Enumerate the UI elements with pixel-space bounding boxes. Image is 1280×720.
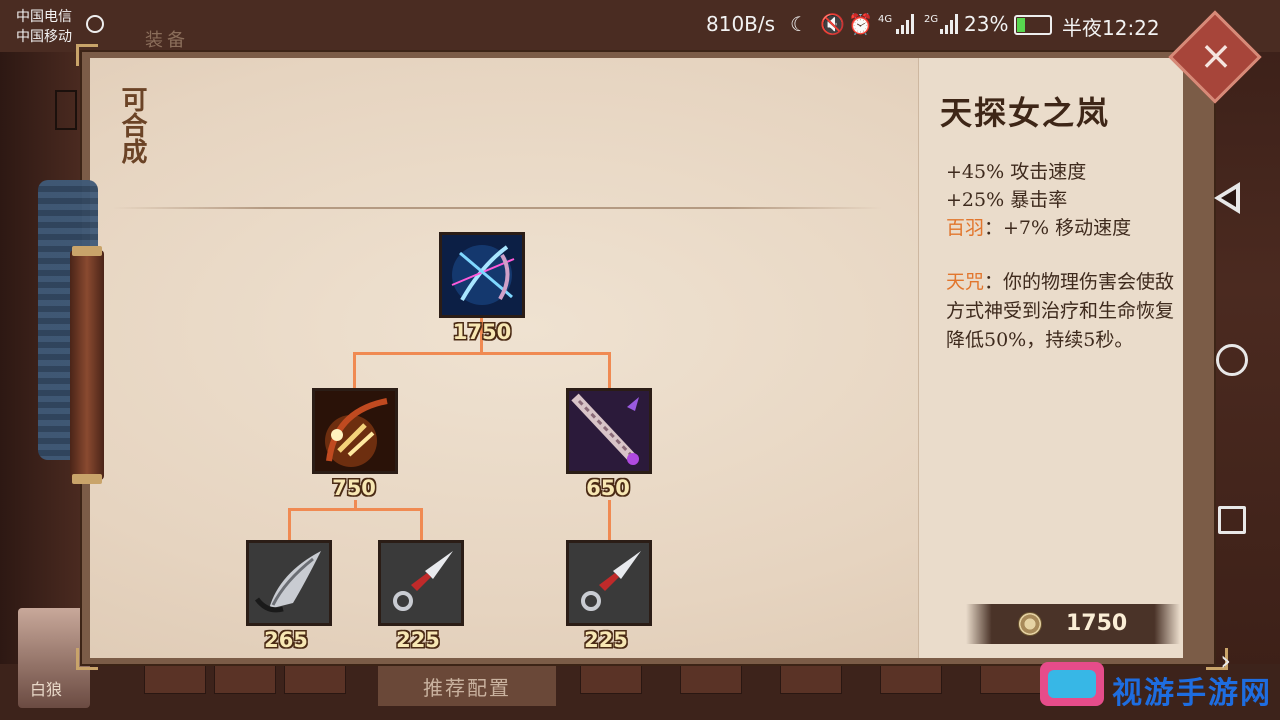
item-price: 650	[586, 476, 630, 500]
item-leaf[interactable]	[246, 540, 332, 626]
bottom-slot[interactable]	[680, 664, 742, 694]
bottom-slot[interactable]	[144, 664, 206, 694]
kunai-icon	[569, 543, 649, 623]
item-price: 225	[584, 628, 628, 652]
network-type: 2G	[924, 14, 939, 25]
signal-icon	[940, 14, 958, 34]
item-leaf[interactable]	[566, 540, 652, 626]
kunai-icon	[381, 543, 461, 623]
item-price: 225	[396, 628, 440, 652]
item-name: 天探女之岚	[940, 94, 1111, 132]
nav-back-icon-inner	[1221, 189, 1236, 207]
passive-description: 天咒：你的物理伤害会使敌方式神受到治疗和生命恢复降低50%，持续5秒。	[946, 268, 1178, 355]
item-price: 750	[332, 476, 376, 500]
item-mid-right[interactable]	[566, 388, 652, 474]
item-leaf[interactable]	[378, 540, 464, 626]
signal-icon	[896, 14, 914, 34]
avatar-name: 白狼	[30, 680, 63, 699]
purple-spine-dagger-icon	[569, 391, 649, 471]
recommend-config-label: 推荐配置	[423, 675, 511, 700]
stopwatch-icon	[86, 15, 104, 33]
net-speed: 810B/s	[706, 12, 776, 36]
nav-home-icon[interactable]	[1216, 344, 1248, 376]
bottom-slot[interactable]	[214, 664, 276, 694]
section-divider	[112, 207, 882, 209]
bottom-slot[interactable]	[284, 664, 346, 694]
tree-connector	[608, 500, 611, 540]
carrier-label: 中国移动	[16, 29, 72, 45]
bottom-slot[interactable]	[980, 664, 1042, 694]
golden-bow-icon	[315, 391, 395, 471]
scroll-cap	[72, 246, 102, 256]
battery-percent: 23%	[964, 12, 1009, 36]
mute-icon: 🔇	[820, 12, 845, 36]
battery-level	[1017, 18, 1025, 32]
coin-icon	[1018, 612, 1042, 636]
item-mid-left[interactable]	[312, 388, 398, 474]
item-price: 1750	[452, 320, 512, 344]
corner-ornament	[76, 648, 98, 670]
watermark-tv-screen	[1048, 670, 1096, 698]
bottom-slot[interactable]	[880, 664, 942, 694]
blue-bow-arrow-icon	[442, 235, 522, 315]
item-stats: +45% 攻击速度 +25% 暴击率 百羽：+7% 移动速度	[946, 158, 1131, 242]
tree-connector	[353, 352, 611, 355]
item-price: 265	[264, 628, 308, 652]
nav-recent-apps-icon[interactable]	[1218, 506, 1246, 534]
silver-claw-blade-icon	[249, 543, 329, 623]
carrier-label: 中国电信	[16, 9, 72, 25]
tree-connector	[353, 352, 356, 388]
moon-icon: ☾	[790, 12, 808, 36]
status-bar: 中国电信 中国移动 810B/s ☾ 🔇 ⏰ 4G 2G 23% 半夜12:22	[0, 0, 1280, 50]
recommend-config-tab[interactable]: 推荐配置	[378, 666, 556, 706]
total-price: 1750	[1066, 611, 1128, 636]
bottom-slot[interactable]	[780, 664, 842, 694]
stat-value: ：+7% 移动速度	[984, 217, 1132, 239]
tree-connector	[608, 352, 611, 388]
scroll-cap	[72, 474, 102, 484]
background-left-frame	[55, 90, 77, 130]
passive-keyword: 天咒	[946, 271, 985, 293]
item-root[interactable]	[439, 232, 525, 318]
stat-line: +25% 暴击率	[946, 189, 1068, 211]
alarm-icon: ⏰	[848, 12, 873, 36]
scroll-rod-decoration	[70, 250, 104, 480]
bottom-slot[interactable]	[580, 664, 642, 694]
stat-line: 百羽：+7% 移动速度	[946, 214, 1131, 242]
clock: 半夜12:22	[1062, 16, 1160, 40]
item-info-panel	[918, 58, 1183, 658]
stat-keyword: 百羽	[946, 217, 985, 239]
network-type: 4G	[878, 14, 893, 25]
tree-connector	[420, 508, 423, 540]
tree-connector	[288, 508, 422, 511]
watermark-text: 视游手游网	[1112, 676, 1272, 711]
stat-line: +45% 攻击速度	[946, 161, 1087, 183]
craftable-tab[interactable]: 可合成	[114, 86, 148, 164]
tree-connector	[288, 508, 291, 540]
